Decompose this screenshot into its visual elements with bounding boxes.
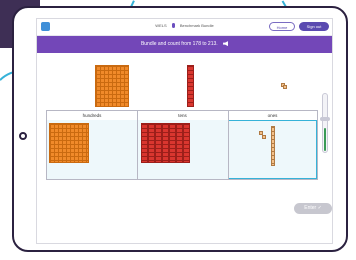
one-cube-supply[interactable] [283, 85, 287, 89]
instruction-text: Bundle and count from 178 to 213. [140, 41, 218, 47]
hundred-flat[interactable] [49, 123, 89, 163]
ten-rod-supply[interactable] [187, 65, 194, 107]
page-title: Benchmark Bundle [179, 23, 214, 28]
ten-rod[interactable] [183, 123, 190, 163]
app-screen: WELS Benchmark Bundle Home Sign out Bund… [36, 18, 333, 244]
ten-rod[interactable] [169, 123, 176, 163]
hundred-flat-supply[interactable] [95, 65, 129, 107]
top-bar: WELS Benchmark Bundle Home Sign out [37, 19, 332, 36]
sign-out-button[interactable]: Sign out [299, 22, 329, 31]
ones-column[interactable] [228, 120, 317, 179]
zoom-slider-fill [324, 127, 326, 151]
ten-rod[interactable] [162, 123, 169, 163]
instruction-banner: Bundle and count from 178 to 213. [37, 36, 332, 53]
column-divider [228, 111, 229, 179]
hundreds-column[interactable] [47, 120, 137, 179]
student-name: WELS [155, 23, 167, 28]
ten-rod[interactable] [155, 123, 162, 163]
ten-rod[interactable] [141, 123, 148, 163]
microphone-icon[interactable] [171, 23, 175, 29]
zoom-slider-handle[interactable] [320, 117, 330, 121]
home-button[interactable]: Home [269, 22, 295, 31]
zoom-slider[interactable] [322, 93, 328, 153]
one-cube[interactable] [262, 135, 266, 139]
ones-stack[interactable] [271, 126, 275, 166]
tablet-home-button [19, 132, 27, 140]
ten-rod[interactable] [148, 123, 155, 163]
ten-rod[interactable] [176, 123, 183, 163]
column-divider [137, 111, 138, 179]
tens-column[interactable] [137, 120, 228, 179]
place-value-table: hundreds tens ones [46, 110, 318, 180]
footer-area [37, 219, 332, 243]
speaker-icon[interactable] [223, 41, 229, 47]
enter-button[interactable]: Enter ✓ [294, 203, 332, 214]
